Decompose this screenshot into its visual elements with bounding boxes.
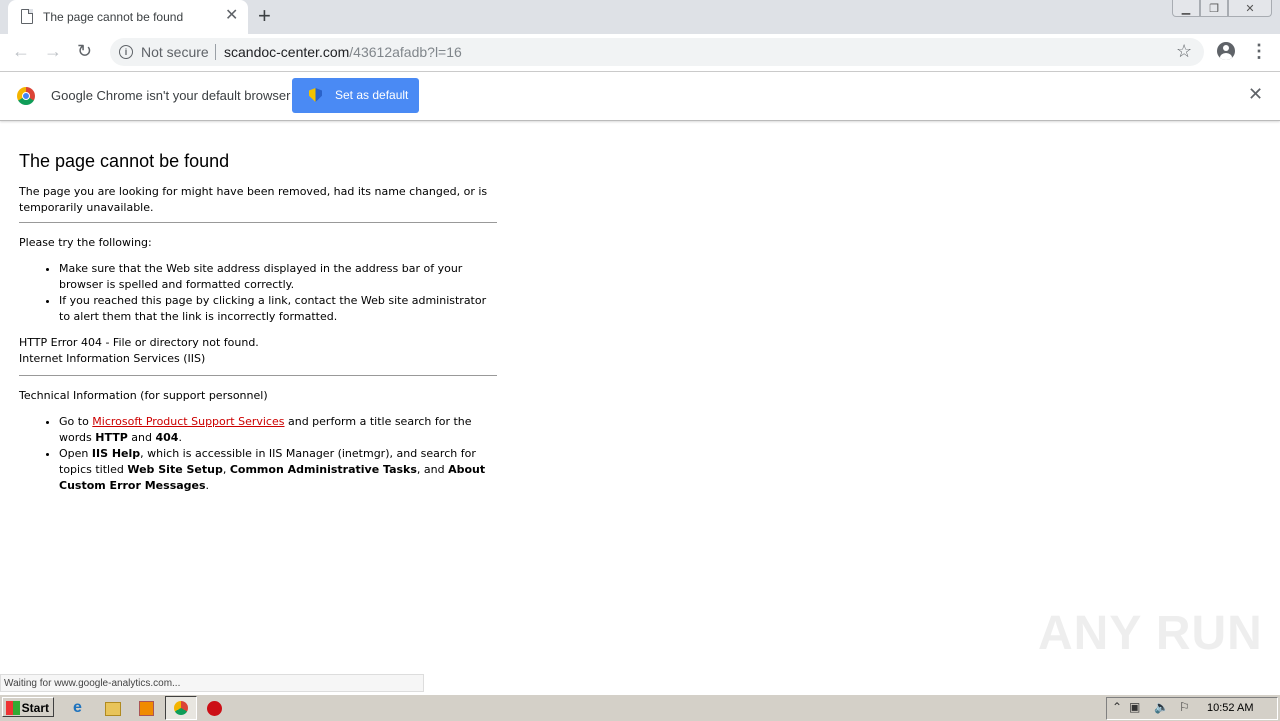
intro-text: The page you are looking for might have … bbox=[19, 185, 488, 214]
bold-term: Common Administrative Tasks bbox=[229, 463, 417, 476]
back-icon[interactable]: ← bbox=[12, 40, 30, 62]
page-content: The page cannot be found The page you ar… bbox=[19, 150, 499, 504]
windows-logo-icon bbox=[6, 701, 20, 715]
url-text[interactable]: scandoc-center.com/43612afadb?l=16 bbox=[224, 44, 462, 60]
address-divider bbox=[215, 44, 216, 60]
tab-close-icon[interactable]: ✕ bbox=[225, 7, 238, 25]
status-bubble: Waiting for www.google-analytics.com... bbox=[0, 674, 424, 692]
info-icon[interactable]: i bbox=[119, 45, 133, 59]
internet-explorer-icon[interactable]: e bbox=[73, 700, 89, 716]
bold-term: HTTP bbox=[95, 431, 128, 444]
shield-icon bbox=[309, 88, 322, 102]
browser-toolbar: ← → ↻ i Not secure scandoc-center.com/43… bbox=[0, 34, 1280, 72]
infobar-close-icon[interactable]: ✕ bbox=[1248, 84, 1263, 105]
chrome-icon bbox=[174, 701, 188, 715]
tech-heading: Technical Information (for support perso… bbox=[19, 389, 268, 402]
text: , bbox=[222, 463, 230, 476]
window-close-icon[interactable]: ✕ bbox=[1228, 0, 1272, 17]
text: , and bbox=[416, 463, 449, 476]
show-hidden-icon[interactable]: ⌃ bbox=[1112, 700, 1122, 714]
media-player-icon[interactable] bbox=[139, 701, 154, 716]
system-tray: ⌃ ▣ 🔈 ⚐ 10:52 AM bbox=[1106, 697, 1278, 720]
volume-icon[interactable]: 🔈 bbox=[1154, 700, 1169, 714]
start-button[interactable]: Start bbox=[2, 697, 54, 717]
list-item: Open IIS Help, which is accessible in II… bbox=[59, 446, 499, 494]
flag-icon[interactable]: ⚐ bbox=[1179, 700, 1190, 714]
security-label[interactable]: Not secure bbox=[141, 44, 209, 60]
try-list: Make sure that the Web site address disp… bbox=[19, 261, 499, 325]
set-as-default-button[interactable]: Set as default bbox=[292, 78, 419, 113]
taskbar: Start e ⌃ ▣ 🔈 ⚐ 10:52 AM bbox=[0, 694, 1280, 721]
forward-icon[interactable]: → bbox=[44, 40, 62, 62]
url-host: scandoc-center.com bbox=[224, 44, 350, 60]
bold-term: 404 bbox=[155, 431, 179, 444]
text: . bbox=[178, 431, 182, 444]
browser-tab[interactable]: The page cannot be found ✕ bbox=[8, 0, 248, 34]
address-bar[interactable]: i Not secure scandoc-center.com/43612afa… bbox=[110, 38, 1204, 66]
minimize-icon[interactable]: ▁ bbox=[1172, 0, 1200, 17]
network-icon[interactable]: ▣ bbox=[1129, 700, 1140, 714]
bold-term: Web Site Setup bbox=[127, 463, 223, 476]
start-label: Start bbox=[21, 701, 49, 715]
window-controls: ▁ ❐ ✕ bbox=[1172, 0, 1272, 17]
tab-title: The page cannot be found bbox=[43, 10, 184, 24]
opera-icon[interactable] bbox=[207, 701, 222, 716]
text: . bbox=[205, 479, 210, 492]
profile-icon[interactable] bbox=[1217, 42, 1235, 60]
list-item: Go to Microsoft Product Support Services… bbox=[59, 414, 499, 446]
try-heading: Please try the following: bbox=[19, 236, 152, 249]
clock[interactable]: 10:52 AM bbox=[1207, 702, 1253, 714]
text: and bbox=[127, 431, 156, 444]
list-item: If you reached this page by clicking a l… bbox=[59, 293, 499, 325]
folder-icon[interactable] bbox=[105, 702, 121, 716]
watermark-logo: ANY RUN bbox=[1038, 607, 1263, 660]
menu-icon[interactable]: ⋮ bbox=[1250, 40, 1268, 62]
page-icon bbox=[21, 9, 33, 24]
list-item: Make sure that the Web site address disp… bbox=[59, 261, 499, 293]
url-path: /43612afadb?l=16 bbox=[349, 44, 462, 60]
error-line: HTTP Error 404 - File or directory not f… bbox=[19, 336, 259, 349]
tech-list: Go to Microsoft Product Support Services… bbox=[19, 414, 499, 494]
page-title: The page cannot be found bbox=[19, 151, 230, 171]
default-browser-infobar: Google Chrome isn't your default browser… bbox=[0, 72, 1280, 121]
infobar-message: Google Chrome isn't your default browser bbox=[51, 88, 291, 103]
divider bbox=[19, 375, 497, 376]
server-line: Internet Information Services (IIS) bbox=[19, 352, 206, 365]
chrome-icon bbox=[17, 87, 35, 105]
support-link[interactable]: Microsoft Product Support Services bbox=[92, 415, 284, 428]
chrome-taskbar-button[interactable] bbox=[165, 696, 197, 720]
bold-term: IIS Help bbox=[91, 447, 141, 460]
divider bbox=[19, 222, 497, 223]
tab-strip: The page cannot be found ✕ + ▁ ❐ ✕ bbox=[0, 0, 1280, 34]
bookmark-star-icon[interactable]: ☆ bbox=[1176, 41, 1192, 62]
new-tab-icon[interactable]: + bbox=[258, 3, 271, 29]
set-as-default-label: Set as default bbox=[335, 88, 409, 102]
text: Open bbox=[59, 447, 92, 460]
reload-icon[interactable]: ↻ bbox=[77, 40, 92, 62]
text: Go to bbox=[59, 415, 93, 428]
restore-icon[interactable]: ❐ bbox=[1200, 0, 1228, 17]
